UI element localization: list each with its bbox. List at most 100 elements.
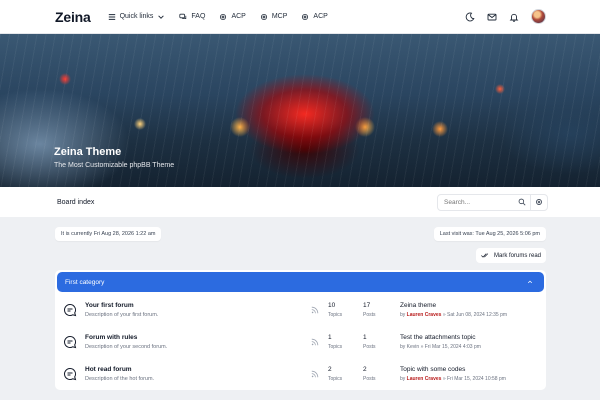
posts-count: 17 — [363, 302, 371, 309]
last-post-date: » Fri Mar 15, 2024 4:03 pm — [420, 344, 481, 350]
category-title[interactable]: First category — [65, 279, 104, 286]
chevron-up-icon[interactable] — [527, 279, 533, 285]
forum-posts-stat: 2 Posts — [363, 366, 398, 382]
forum-description: Description of your second forum. — [85, 344, 168, 350]
last-post-title[interactable]: Zeina theme — [400, 302, 507, 309]
forum-topics-stat: 1 Topics — [328, 334, 363, 350]
nav-faq[interactable]: FAQ — [179, 13, 205, 21]
last-post-date: » Sat Jun 08, 2024 12:35 pm — [442, 312, 508, 318]
rss-feed-icon[interactable] — [311, 370, 319, 378]
nav-faq-label: FAQ — [191, 13, 206, 20]
user-avatar[interactable] — [531, 9, 546, 24]
last-post-title[interactable]: Topic with some codes — [400, 366, 506, 373]
chat-icon — [179, 13, 187, 19]
hero-subtitle: The Most Customizable phpBB Theme — [54, 162, 175, 169]
forum-row: Hot read forum Description of the hot fo… — [55, 358, 546, 390]
last-post-meta: by Kevin » Fri Mar 15, 2024 4:03 pm — [400, 344, 481, 350]
hero-banner: Zeina Theme The Most Customizable phpBB … — [0, 34, 600, 187]
nav-acp-2[interactable]: ACP — [301, 13, 328, 21]
forum-chat-icon — [64, 367, 77, 381]
nav-mcp[interactable]: MCP — [260, 13, 288, 21]
forum-last-post: Test the attachments topic by Kevin » Fr… — [400, 334, 481, 350]
topics-label: Topics — [328, 344, 343, 350]
forum-main: Your first forum Description of your fir… — [85, 302, 311, 318]
forum-description: Description of the hot forum. — [85, 376, 155, 382]
breadcrumb-board-index[interactable]: Board index — [57, 199, 94, 206]
search-box — [437, 193, 548, 211]
chevron-down-icon — [158, 14, 165, 19]
topics-label: Topics — [328, 376, 343, 382]
mark-forums-read-label: Mark forums read — [493, 252, 541, 259]
forum-last-post: Zeina theme by Lauren Craves » Sat Jun 0… — [400, 302, 507, 318]
gear-icon — [260, 13, 267, 20]
site-logo[interactable]: Zeina — [55, 9, 91, 25]
advanced-search-button[interactable] — [531, 195, 547, 210]
last-post-date: » Fri Mar 15, 2024 10:58 pm — [442, 376, 506, 382]
category-header[interactable]: First category — [57, 272, 544, 292]
posts-count: 1 — [363, 334, 367, 341]
forum-posts-stat: 17 Posts — [363, 302, 398, 318]
main-content: It is currently Fri Aug 28, 2026 1:22 am… — [0, 227, 600, 390]
forum-chat-icon — [64, 303, 77, 317]
forum-last-post: Topic with some codes by Lauren Craves »… — [400, 366, 506, 382]
breadcrumb-bar: Board index — [0, 187, 600, 217]
double-check-icon — [481, 253, 489, 258]
nav-quick-links[interactable]: Quick links — [108, 13, 166, 21]
gear-icon — [220, 13, 227, 20]
nav-acp-label: ACP — [231, 13, 246, 20]
last-post-by: by — [400, 344, 406, 350]
forum-title[interactable]: Hot read forum — [85, 366, 311, 373]
nav-user-tools — [465, 9, 546, 24]
search-icon — [518, 198, 526, 206]
posts-label: Posts — [363, 344, 376, 350]
forum-topics-stat: 10 Topics — [328, 302, 363, 318]
rss-feed-icon[interactable] — [311, 306, 319, 314]
forum-main: Hot read forum Description of the hot fo… — [85, 366, 311, 382]
last-post-user[interactable]: Lauren Craves — [407, 312, 442, 318]
forum-row: Forum with rules Description of your sec… — [55, 326, 546, 358]
topics-count: 1 — [328, 334, 332, 341]
last-post-user[interactable]: Kevin — [407, 344, 420, 350]
gear-icon — [302, 13, 309, 20]
hero-title: Zeina Theme — [54, 146, 122, 158]
posts-count: 2 — [363, 366, 367, 373]
mail-icon[interactable] — [487, 12, 497, 22]
last-post-meta: by Lauren Craves » Sat Jun 08, 2024 12:3… — [400, 312, 507, 318]
nav-acp[interactable]: ACP — [219, 13, 246, 21]
actions-row: Mark forums read — [55, 248, 546, 263]
topics-count: 2 — [328, 366, 332, 373]
last-post-meta: by Lauren Craves » Fri Mar 15, 2024 10:5… — [400, 376, 506, 382]
forum-row: Your first forum Description of your fir… — [55, 294, 546, 326]
search-button[interactable] — [514, 195, 530, 210]
top-navbar: Zeina Quick links FAQ ACP MCP ACP — [0, 0, 600, 34]
rss-feed-icon[interactable] — [311, 338, 319, 346]
nav-quick-links-label: Quick links — [119, 13, 154, 20]
last-post-title[interactable]: Test the attachments topic — [400, 334, 481, 341]
forum-main: Forum with rules Description of your sec… — [85, 334, 311, 350]
topics-label: Topics — [328, 312, 343, 318]
forum-posts-stat: 1 Posts — [363, 334, 398, 350]
forum-description: Description of your first forum. — [85, 312, 159, 318]
mark-forums-read-button[interactable]: Mark forums read — [475, 248, 546, 263]
posts-label: Posts — [363, 312, 376, 318]
moon-icon[interactable] — [465, 12, 475, 22]
posts-label: Posts — [363, 376, 376, 382]
last-post-user[interactable]: Lauren Craves — [407, 376, 442, 382]
forum-chat-icon — [64, 335, 77, 349]
forum-title[interactable]: Forum with rules — [85, 334, 311, 341]
last-post-by: by — [400, 312, 406, 318]
last-visit-badge: Last visit was: Tue Aug 25, 2026 5:06 pm — [433, 227, 546, 241]
category-panel: First category Your first forum Descript… — [55, 270, 546, 390]
forum-topics-stat: 2 Topics — [328, 366, 363, 382]
search-input[interactable] — [438, 198, 514, 206]
forum-title[interactable]: Your first forum — [85, 302, 311, 309]
bell-icon[interactable] — [509, 12, 519, 22]
menu-icon — [108, 13, 115, 20]
last-post-by: by — [400, 376, 406, 382]
time-info-row: It is currently Fri Aug 28, 2026 1:22 am… — [55, 227, 546, 241]
topics-count: 10 — [328, 302, 336, 309]
gear-icon — [536, 199, 542, 205]
nav-mcp-label: MCP — [271, 13, 288, 20]
nav-acp-2-label: ACP — [313, 13, 328, 20]
current-time-badge: It is currently Fri Aug 28, 2026 1:22 am — [55, 227, 162, 241]
